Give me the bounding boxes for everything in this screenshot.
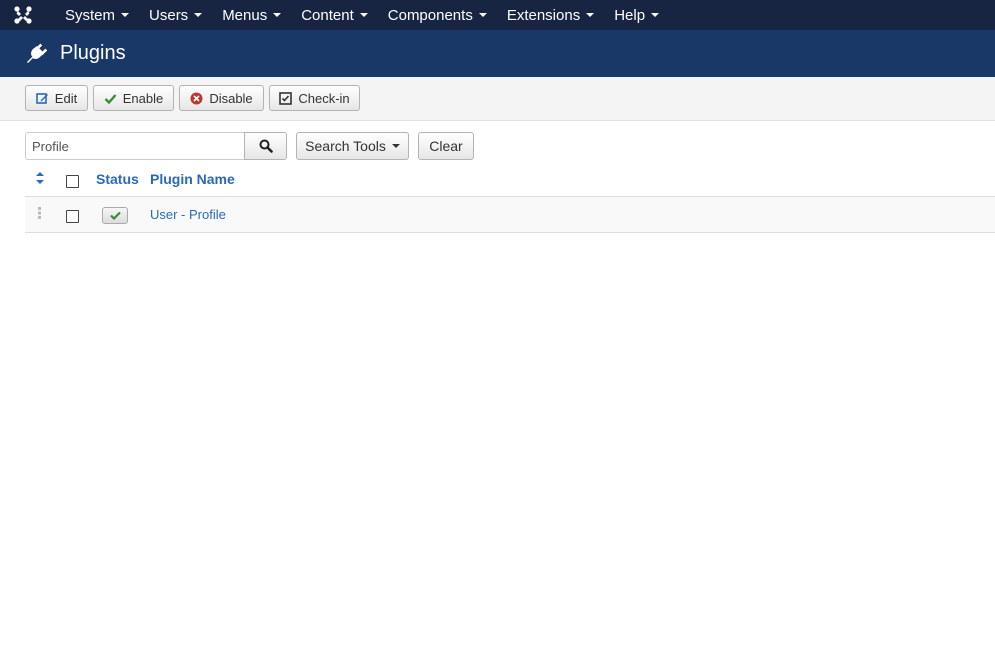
disable-button-label: Disable xyxy=(209,90,253,106)
search-tools-button[interactable]: Search Tools xyxy=(296,132,409,160)
menu-system[interactable]: System xyxy=(45,0,139,30)
joomla-logo-icon[interactable] xyxy=(0,0,45,30)
plugin-name-column-header[interactable]: Plugin Name xyxy=(150,171,235,187)
checkin-button[interactable]: Check-in xyxy=(269,85,360,111)
toolbar: Edit Enable Disable Check-in xyxy=(0,77,995,121)
top-navbar: System Users Menus Content Components Ex… xyxy=(0,0,995,30)
enable-button[interactable]: Enable xyxy=(93,85,174,111)
menu-components[interactable]: Components xyxy=(378,0,497,30)
clear-button-label: Clear xyxy=(429,138,463,154)
enable-button-label: Enable xyxy=(122,90,164,106)
menu-help[interactable]: Help xyxy=(604,0,669,30)
caret-down-icon xyxy=(359,13,368,17)
drag-handle-icon[interactable] xyxy=(38,207,42,222)
page-header: Plugins xyxy=(0,30,995,77)
caret-down-icon xyxy=(651,13,660,17)
search-input[interactable] xyxy=(25,132,245,160)
caret-down-icon xyxy=(586,13,595,17)
menu-users[interactable]: Users xyxy=(139,0,212,30)
menu-content[interactable]: Content xyxy=(291,0,378,30)
status-column-header[interactable]: Status xyxy=(96,171,139,187)
caret-down-icon xyxy=(478,13,487,17)
menu-extensions-label: Extensions xyxy=(506,6,581,24)
table-header: Status Plugin Name xyxy=(25,162,995,197)
edit-button[interactable]: Edit xyxy=(25,85,88,111)
search-icon xyxy=(259,139,273,153)
clear-button[interactable]: Clear xyxy=(418,132,474,160)
edit-icon xyxy=(35,92,49,105)
menu-menus[interactable]: Menus xyxy=(212,0,291,30)
select-all-checkbox[interactable] xyxy=(66,175,79,188)
sort-ordering-icon[interactable] xyxy=(35,171,45,188)
caret-down-icon xyxy=(391,144,400,148)
page-title: Plugins xyxy=(60,42,126,64)
caret-down-icon xyxy=(194,13,203,17)
plugin-name-link[interactable]: User - Profile xyxy=(150,207,226,222)
table-row: User - Profile xyxy=(25,197,995,233)
menu-extensions[interactable]: Extensions xyxy=(497,0,604,30)
menu-components-label: Components xyxy=(387,6,473,24)
menu-content-label: Content xyxy=(301,6,354,24)
search-tools-label: Search Tools xyxy=(305,138,386,154)
disable-button[interactable]: Disable xyxy=(179,85,264,111)
status-enabled-button[interactable] xyxy=(102,207,128,224)
menu-system-label: System xyxy=(65,6,116,24)
caret-down-icon xyxy=(273,13,282,17)
check-icon xyxy=(109,211,121,220)
checkin-button-label: Check-in xyxy=(298,90,350,106)
search-button[interactable] xyxy=(244,132,287,160)
edit-button-label: Edit xyxy=(54,90,78,106)
caret-down-icon xyxy=(121,13,130,17)
menu-help-label: Help xyxy=(614,6,646,24)
main-menu: System Users Menus Content Components Ex… xyxy=(45,0,669,30)
checkbox-checked-icon xyxy=(279,91,293,105)
check-icon xyxy=(104,92,117,105)
menu-menus-label: Menus xyxy=(222,6,268,24)
menu-users-label: Users xyxy=(149,6,189,24)
row-checkbox[interactable] xyxy=(66,210,79,223)
cancel-circle-icon xyxy=(190,92,203,105)
plug-icon xyxy=(27,43,48,63)
